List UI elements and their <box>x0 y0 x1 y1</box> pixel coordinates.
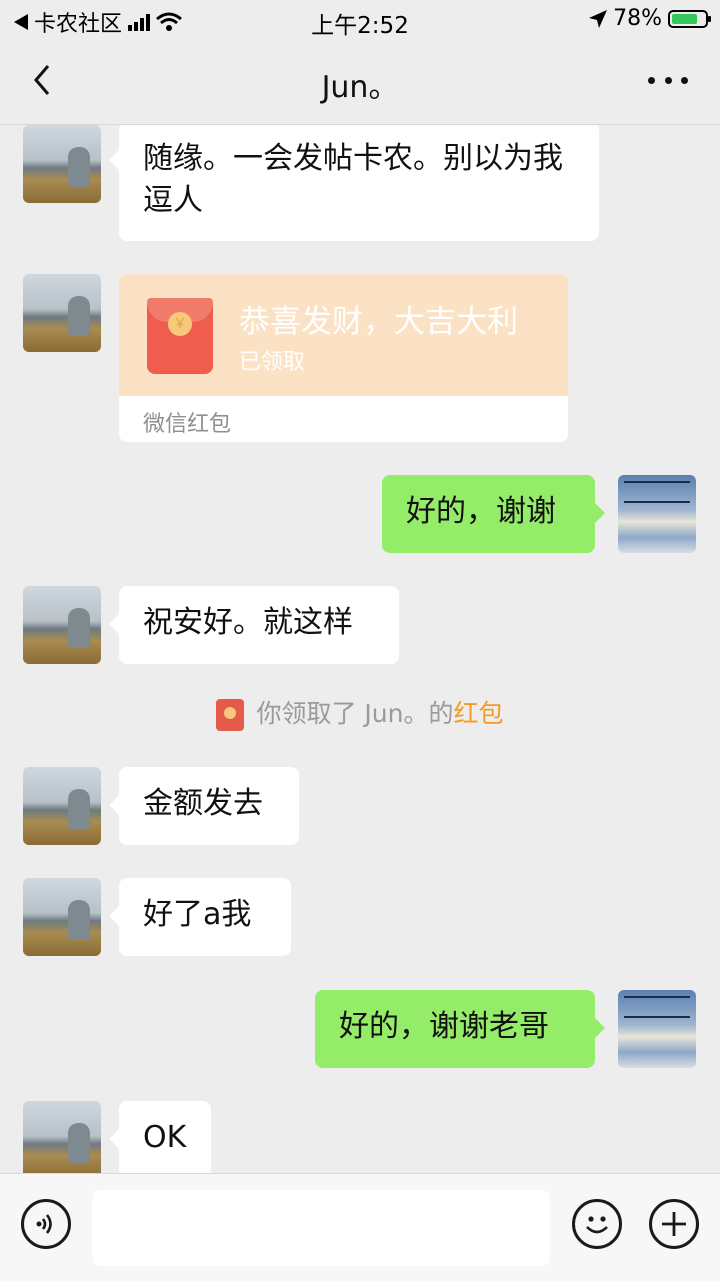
battery-percent: 78% <box>613 6 662 31</box>
chat-title: Jun。 <box>321 70 399 105</box>
red-packet-title: 恭喜发财，大吉大利 <box>239 304 518 340</box>
friend-avatar[interactable] <box>23 1101 101 1173</box>
voice-button[interactable] <box>21 1199 71 1249</box>
location-arrow-icon <box>589 9 608 28</box>
red-packet-mini-icon <box>216 699 245 731</box>
red-packet-header: ￥ 恭喜发财，大吉大利 已领取 <box>119 274 568 396</box>
input-toolbar <box>0 1173 720 1281</box>
battery-fill <box>672 13 697 24</box>
friend-avatar[interactable] <box>23 586 101 664</box>
battery-icon <box>668 9 711 28</box>
my-avatar[interactable] <box>618 990 696 1068</box>
smiley-icon <box>586 1216 608 1234</box>
message-text: 好了a我 <box>143 897 252 932</box>
dot-icon <box>681 76 688 84</box>
red-packet-status: 已领取 <box>239 350 306 375</box>
message-bubble[interactable]: 好了a我 <box>109 878 291 956</box>
message-bubble[interactable]: 金额发去 <box>109 767 299 845</box>
friend-avatar[interactable] <box>23 878 101 956</box>
red-packet-link[interactable]: 红包 <box>454 699 504 728</box>
message-text: 好的，谢谢老哥 <box>339 1009 549 1044</box>
friend-avatar[interactable] <box>23 767 101 845</box>
message-bubble[interactable]: 祝安好。就这样 <box>109 586 399 664</box>
emoji-button[interactable] <box>572 1199 622 1249</box>
system-message-text: 你领取了 Jun。的 <box>256 699 454 728</box>
message-text: 随缘。一会发帖卡农。别以为我逗人 <box>143 141 563 218</box>
my-avatar[interactable] <box>618 475 696 553</box>
voice-icon <box>36 1214 52 1234</box>
red-packet-icon: ￥ <box>147 298 213 374</box>
message-bubble[interactable]: 随缘。一会发帖卡农。别以为我逗人 <box>109 125 599 241</box>
message-input[interactable] <box>92 1190 550 1266</box>
friend-avatar[interactable] <box>23 274 101 352</box>
message-text: 祝安好。就这样 <box>143 605 353 640</box>
message-text: 金额发去 <box>143 786 263 821</box>
friend-avatar[interactable] <box>23 125 101 203</box>
system-message: 你领取了 Jun。的红包 <box>0 694 720 731</box>
message-bubble[interactable]: 好的，谢谢 <box>382 475 605 553</box>
status-bar: 卡农社区 上午2:52 78% <box>0 0 720 40</box>
message-text: 好的，谢谢 <box>406 494 556 529</box>
dot-icon <box>648 76 655 84</box>
red-packet-card[interactable]: ￥ 恭喜发财，大吉大利 已领取 微信红包 <box>119 274 568 442</box>
message-text: OK <box>143 1120 187 1155</box>
more-functions-button[interactable] <box>649 1199 699 1249</box>
plus-icon <box>662 1212 686 1236</box>
message-bubble[interactable]: OK <box>109 1101 211 1173</box>
chat-header: Jun。 <box>0 40 720 125</box>
dot-icon <box>664 76 672 84</box>
message-list[interactable]: 随缘。一会发帖卡农。别以为我逗人 ￥ 恭喜发财，大吉大利 已领取 微信红包 好的… <box>0 125 720 1173</box>
red-packet-footer: 微信红包 <box>143 412 232 437</box>
more-options-button[interactable] <box>648 70 688 90</box>
message-bubble[interactable]: 好的，谢谢老哥 <box>315 990 605 1068</box>
